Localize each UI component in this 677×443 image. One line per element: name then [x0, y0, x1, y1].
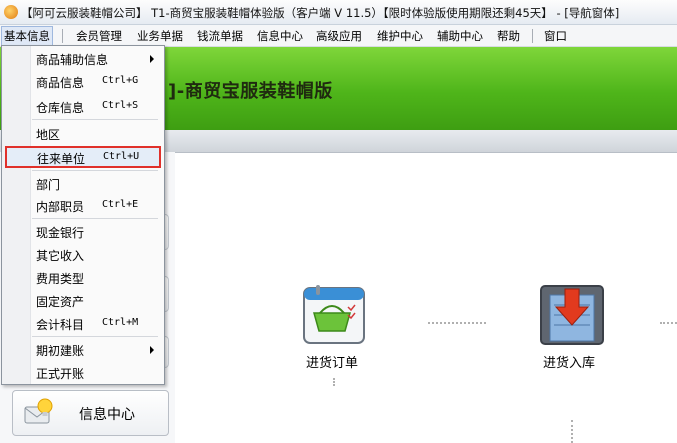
- basic-info-dropdown-menu: 商品辅助信息 商品信息 Ctrl+G 仓库信息 Ctrl+S 地区 往来单位 C…: [1, 45, 165, 385]
- menu-item-other-income[interactable]: 其它收入: [4, 244, 160, 265]
- menu-item-department[interactable]: 部门: [4, 173, 160, 194]
- purchase-in-icon[interactable]: [540, 285, 604, 345]
- menu-item-label: 地区: [36, 128, 61, 142]
- menu-item-internal-staff[interactable]: 内部职员 Ctrl+E: [4, 195, 160, 216]
- menu-member-management[interactable]: 会员管理: [76, 28, 122, 44]
- menu-item-label: 往来单位: [37, 152, 86, 166]
- menu-help[interactable]: 帮助: [497, 28, 520, 44]
- menu-item-shortcut: Ctrl+G: [102, 75, 139, 86]
- purchase-in-label[interactable]: 进货入库: [543, 352, 595, 371]
- menu-separator: [32, 170, 158, 171]
- purchase-order-icon[interactable]: [302, 285, 366, 345]
- menu-item-formal-opening[interactable]: 正式开账: [4, 362, 160, 383]
- window-title: 【阿可云服装鞋帽公司】 T1-商贸宝服装鞋帽体验版（客户端 V 11.5）【限时…: [21, 6, 620, 20]
- envelope-bulb-icon: [24, 398, 53, 424]
- menu-bar: 基本信息 会员管理 业务单据 钱流单据 信息中心 高级应用 维护中心 辅助中心 …: [0, 25, 677, 47]
- menu-item-label: 商品辅助信息: [36, 53, 109, 67]
- menu-item-label: 现金银行: [36, 226, 85, 240]
- flow-connector: [428, 322, 486, 326]
- menu-item-label: 费用类型: [36, 272, 85, 286]
- info-center-button[interactable]: 信息中心: [12, 390, 169, 436]
- menu-auxiliary-center[interactable]: 辅助中心: [437, 28, 483, 44]
- menu-item-label: 期初建账: [36, 344, 85, 358]
- flow-connector: [660, 322, 677, 326]
- menu-info-center[interactable]: 信息中心: [257, 28, 303, 44]
- menu-advanced[interactable]: 高级应用: [316, 28, 362, 44]
- menu-item-shortcut: Ctrl+M: [102, 317, 139, 328]
- menu-item-shortcut: Ctrl+E: [102, 199, 139, 210]
- menu-item-business-partners[interactable]: 往来单位 Ctrl+U: [5, 146, 161, 168]
- info-center-label: 信息中心: [79, 407, 135, 423]
- menu-item-label: 仓库信息: [36, 101, 85, 115]
- menu-separator: [32, 119, 158, 120]
- menu-item-region[interactable]: 地区: [4, 123, 160, 144]
- menu-item-label: 会计科目: [36, 318, 85, 332]
- menu-cash-flow-documents[interactable]: 钱流单据: [197, 28, 243, 44]
- submenu-arrow-icon: [150, 346, 154, 354]
- purchase-order-label[interactable]: 进货订单: [306, 352, 358, 371]
- menu-item-cash-bank[interactable]: 现金银行: [4, 221, 160, 242]
- menu-item-fixed-assets[interactable]: 固定资产: [4, 290, 160, 311]
- menu-item-product-info[interactable]: 商品信息 Ctrl+G: [4, 71, 160, 92]
- submenu-arrow-icon: [150, 55, 154, 63]
- menu-separator: [32, 336, 158, 337]
- menu-business-documents[interactable]: 业务单据: [137, 28, 183, 44]
- menu-basic-info[interactable]: 基本信息: [1, 26, 53, 46]
- menu-item-opening-setup[interactable]: 期初建账: [4, 339, 160, 360]
- title-bar: 【阿可云服装鞋帽公司】 T1-商贸宝服装鞋帽体验版（客户端 V 11.5）【限时…: [0, 0, 677, 25]
- app-icon: [4, 5, 18, 19]
- menu-item-warehouse-info[interactable]: 仓库信息 Ctrl+S: [4, 96, 160, 117]
- menu-item-label: 内部职员: [36, 200, 85, 214]
- flow-connector: [571, 420, 575, 443]
- banner-title: ]-商贸宝服装鞋帽版: [168, 81, 333, 102]
- flow-connector: [333, 378, 337, 386]
- menu-separator: [62, 29, 63, 43]
- menu-item-label: 正式开账: [36, 367, 85, 381]
- menu-separator: [32, 218, 158, 219]
- menu-item-expense-type[interactable]: 费用类型: [4, 267, 160, 288]
- menu-item-product-aux-info[interactable]: 商品辅助信息: [4, 48, 160, 69]
- menu-item-label: 其它收入: [36, 249, 85, 263]
- menu-item-label: 商品信息: [36, 76, 85, 90]
- menu-maintenance-center[interactable]: 维护中心: [377, 28, 423, 44]
- menu-item-label: 固定资产: [36, 295, 85, 309]
- menu-item-shortcut: Ctrl+U: [103, 151, 140, 162]
- menu-separator: [532, 29, 533, 43]
- menu-item-shortcut: Ctrl+S: [102, 100, 139, 111]
- menu-item-label: 部门: [36, 178, 61, 192]
- menu-item-accounting-subjects[interactable]: 会计科目 Ctrl+M: [4, 313, 160, 334]
- menu-window[interactable]: 窗口: [544, 28, 567, 44]
